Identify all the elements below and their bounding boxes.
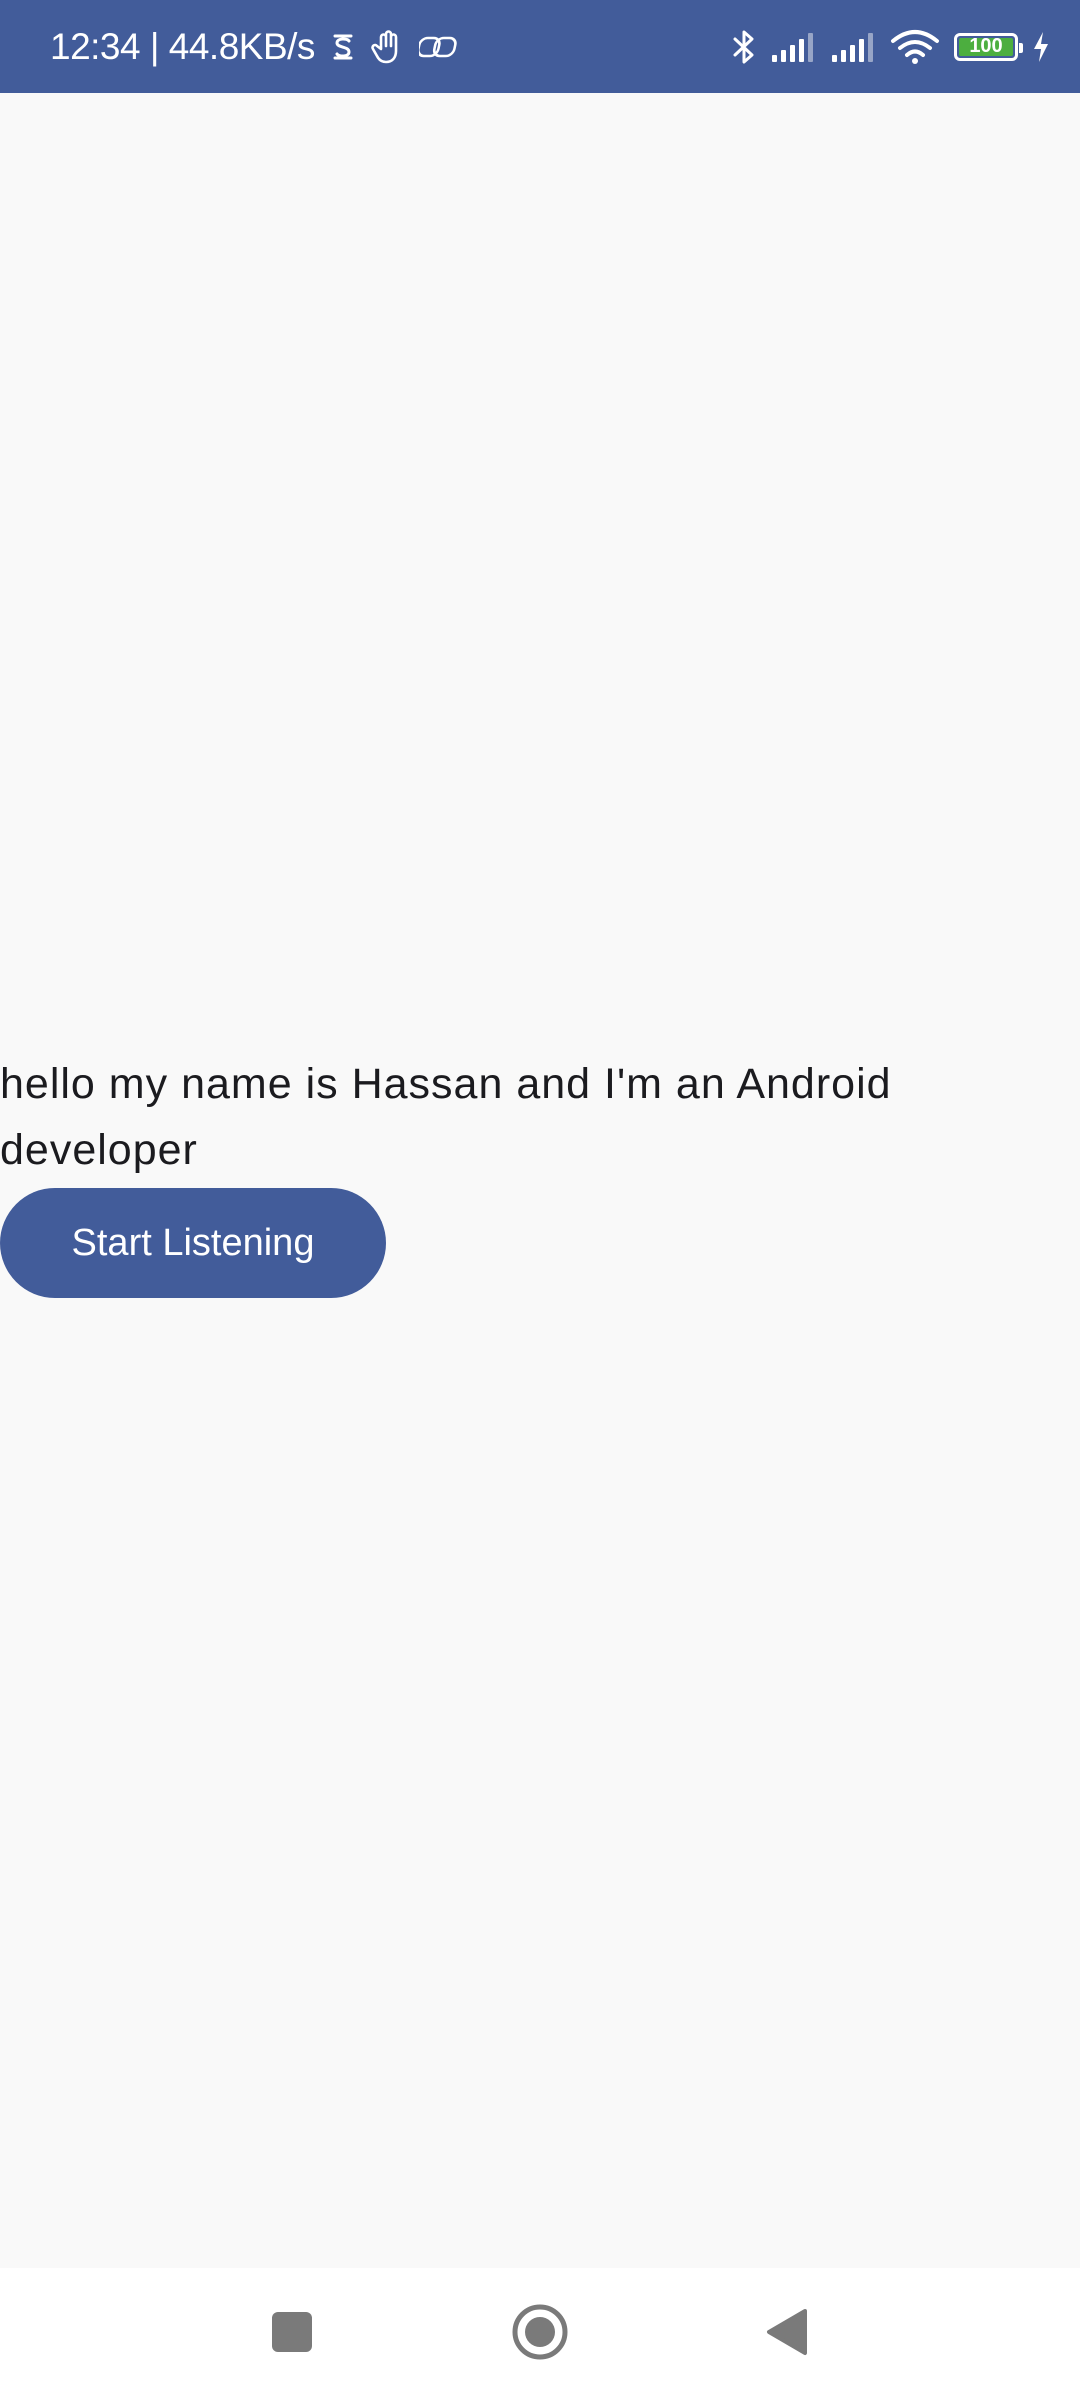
- home-circle-icon: [510, 2302, 570, 2367]
- status-bar-right: 100: [732, 0, 1050, 93]
- notification-s-icon: [329, 30, 357, 64]
- battery-level: 100: [969, 35, 1003, 57]
- hand-icon: [371, 29, 405, 65]
- transcript-text: hello my name is Hassan and I'm an Andro…: [0, 1060, 892, 1174]
- charging-icon: [1032, 31, 1050, 63]
- bluetooth-icon: [732, 28, 756, 66]
- start-listening-button[interactable]: Start Listening: [0, 1188, 386, 1298]
- navigation-bar: [0, 2268, 1080, 2400]
- recents-square-icon: [270, 2310, 314, 2359]
- signal-icon: [770, 31, 816, 63]
- battery-icon: 100: [954, 32, 1023, 61]
- recents-button[interactable]: [222, 2268, 362, 2400]
- status-bar: 12:34 | 44.8KB/s 100: [0, 0, 1080, 93]
- wifi-icon: [890, 29, 940, 65]
- linked-rings-icon: [418, 32, 459, 62]
- signal-icon: [830, 31, 876, 63]
- main-content: hello my name is Hassan and I'm an Andro…: [0, 93, 1080, 2268]
- app-screen: 12:34 | 44.8KB/s 100 hello my name is Ha…: [0, 0, 1080, 2400]
- back-triangle-icon: [763, 2307, 809, 2362]
- back-button[interactable]: [716, 2268, 856, 2400]
- home-button[interactable]: [470, 2268, 610, 2400]
- status-bar-left: 12:34 | 44.8KB/s: [50, 0, 459, 93]
- status-time-speed: 12:34 | 44.8KB/s: [50, 25, 315, 67]
